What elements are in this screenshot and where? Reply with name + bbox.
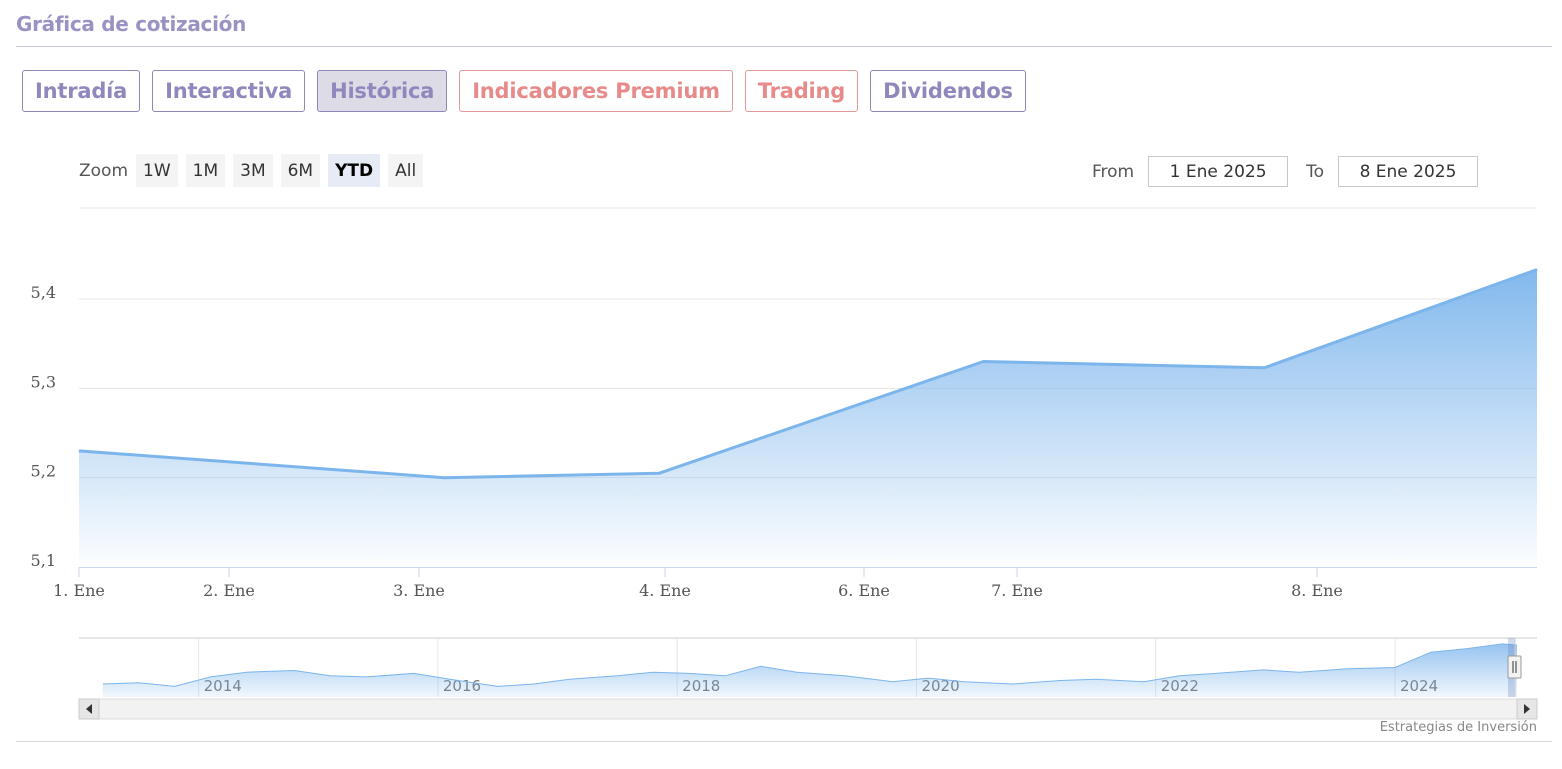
scrollbar-track[interactable]: [78, 698, 1538, 720]
x-tick-label: 4. Ene: [639, 581, 691, 600]
date-range: From To: [1092, 156, 1478, 187]
x-tick-label: 7. Ene: [991, 581, 1043, 600]
y-tick-label: 5,2: [31, 462, 56, 481]
zoom-all-button[interactable]: All: [388, 154, 424, 187]
price-chart: 5,1 5,2 5,3 5,4 1. Ene 2. Ene 3. Ene 4. Ene 6. E…: [31, 207, 1538, 720]
y-tick-label: 5,4: [31, 283, 56, 302]
data-point[interactable]: [1536, 269, 1538, 271]
zoom-ytd-button[interactable]: YTD: [328, 154, 381, 187]
y-tick-label: 5,3: [31, 372, 56, 391]
zoom-3m-button[interactable]: 3M: [233, 154, 273, 187]
zoom-label: Zoom: [79, 160, 129, 181]
x-tick-label: 6. Ene: [838, 581, 890, 600]
zoom-1m-button[interactable]: 1M: [185, 154, 226, 187]
data-point[interactable]: [983, 361, 985, 363]
data-point[interactable]: [658, 472, 660, 474]
x-tick-label: 1. Ene: [53, 581, 105, 600]
from-date-input[interactable]: [1148, 156, 1289, 187]
data-point[interactable]: [444, 477, 446, 479]
data-point[interactable]: [78, 450, 80, 452]
to-date-input[interactable]: [1338, 156, 1478, 187]
from-label: From: [1091, 161, 1135, 182]
x-tick-label: 8. Ene: [1291, 581, 1343, 600]
x-tick-label: 2. Ene: [203, 581, 255, 600]
zoom-selector: Zoom 1W 1M 3M 6M YTD All: [79, 154, 431, 187]
data-point[interactable]: [1263, 367, 1265, 369]
bottom-divider: [16, 741, 1552, 742]
to-label: To: [1306, 161, 1324, 182]
zoom-1w-button[interactable]: 1W: [136, 154, 178, 187]
navigator-area: [102, 643, 1517, 697]
y-tick-label: 5,1: [31, 551, 56, 570]
zoom-6m-button[interactable]: 6M: [280, 154, 321, 187]
navigator-handle[interactable]: [1507, 655, 1522, 679]
x-tick-label: 3. Ene: [393, 581, 445, 600]
series-area: [79, 269, 1537, 567]
chart-credits[interactable]: Estrategias de Inversión: [1380, 720, 1537, 735]
